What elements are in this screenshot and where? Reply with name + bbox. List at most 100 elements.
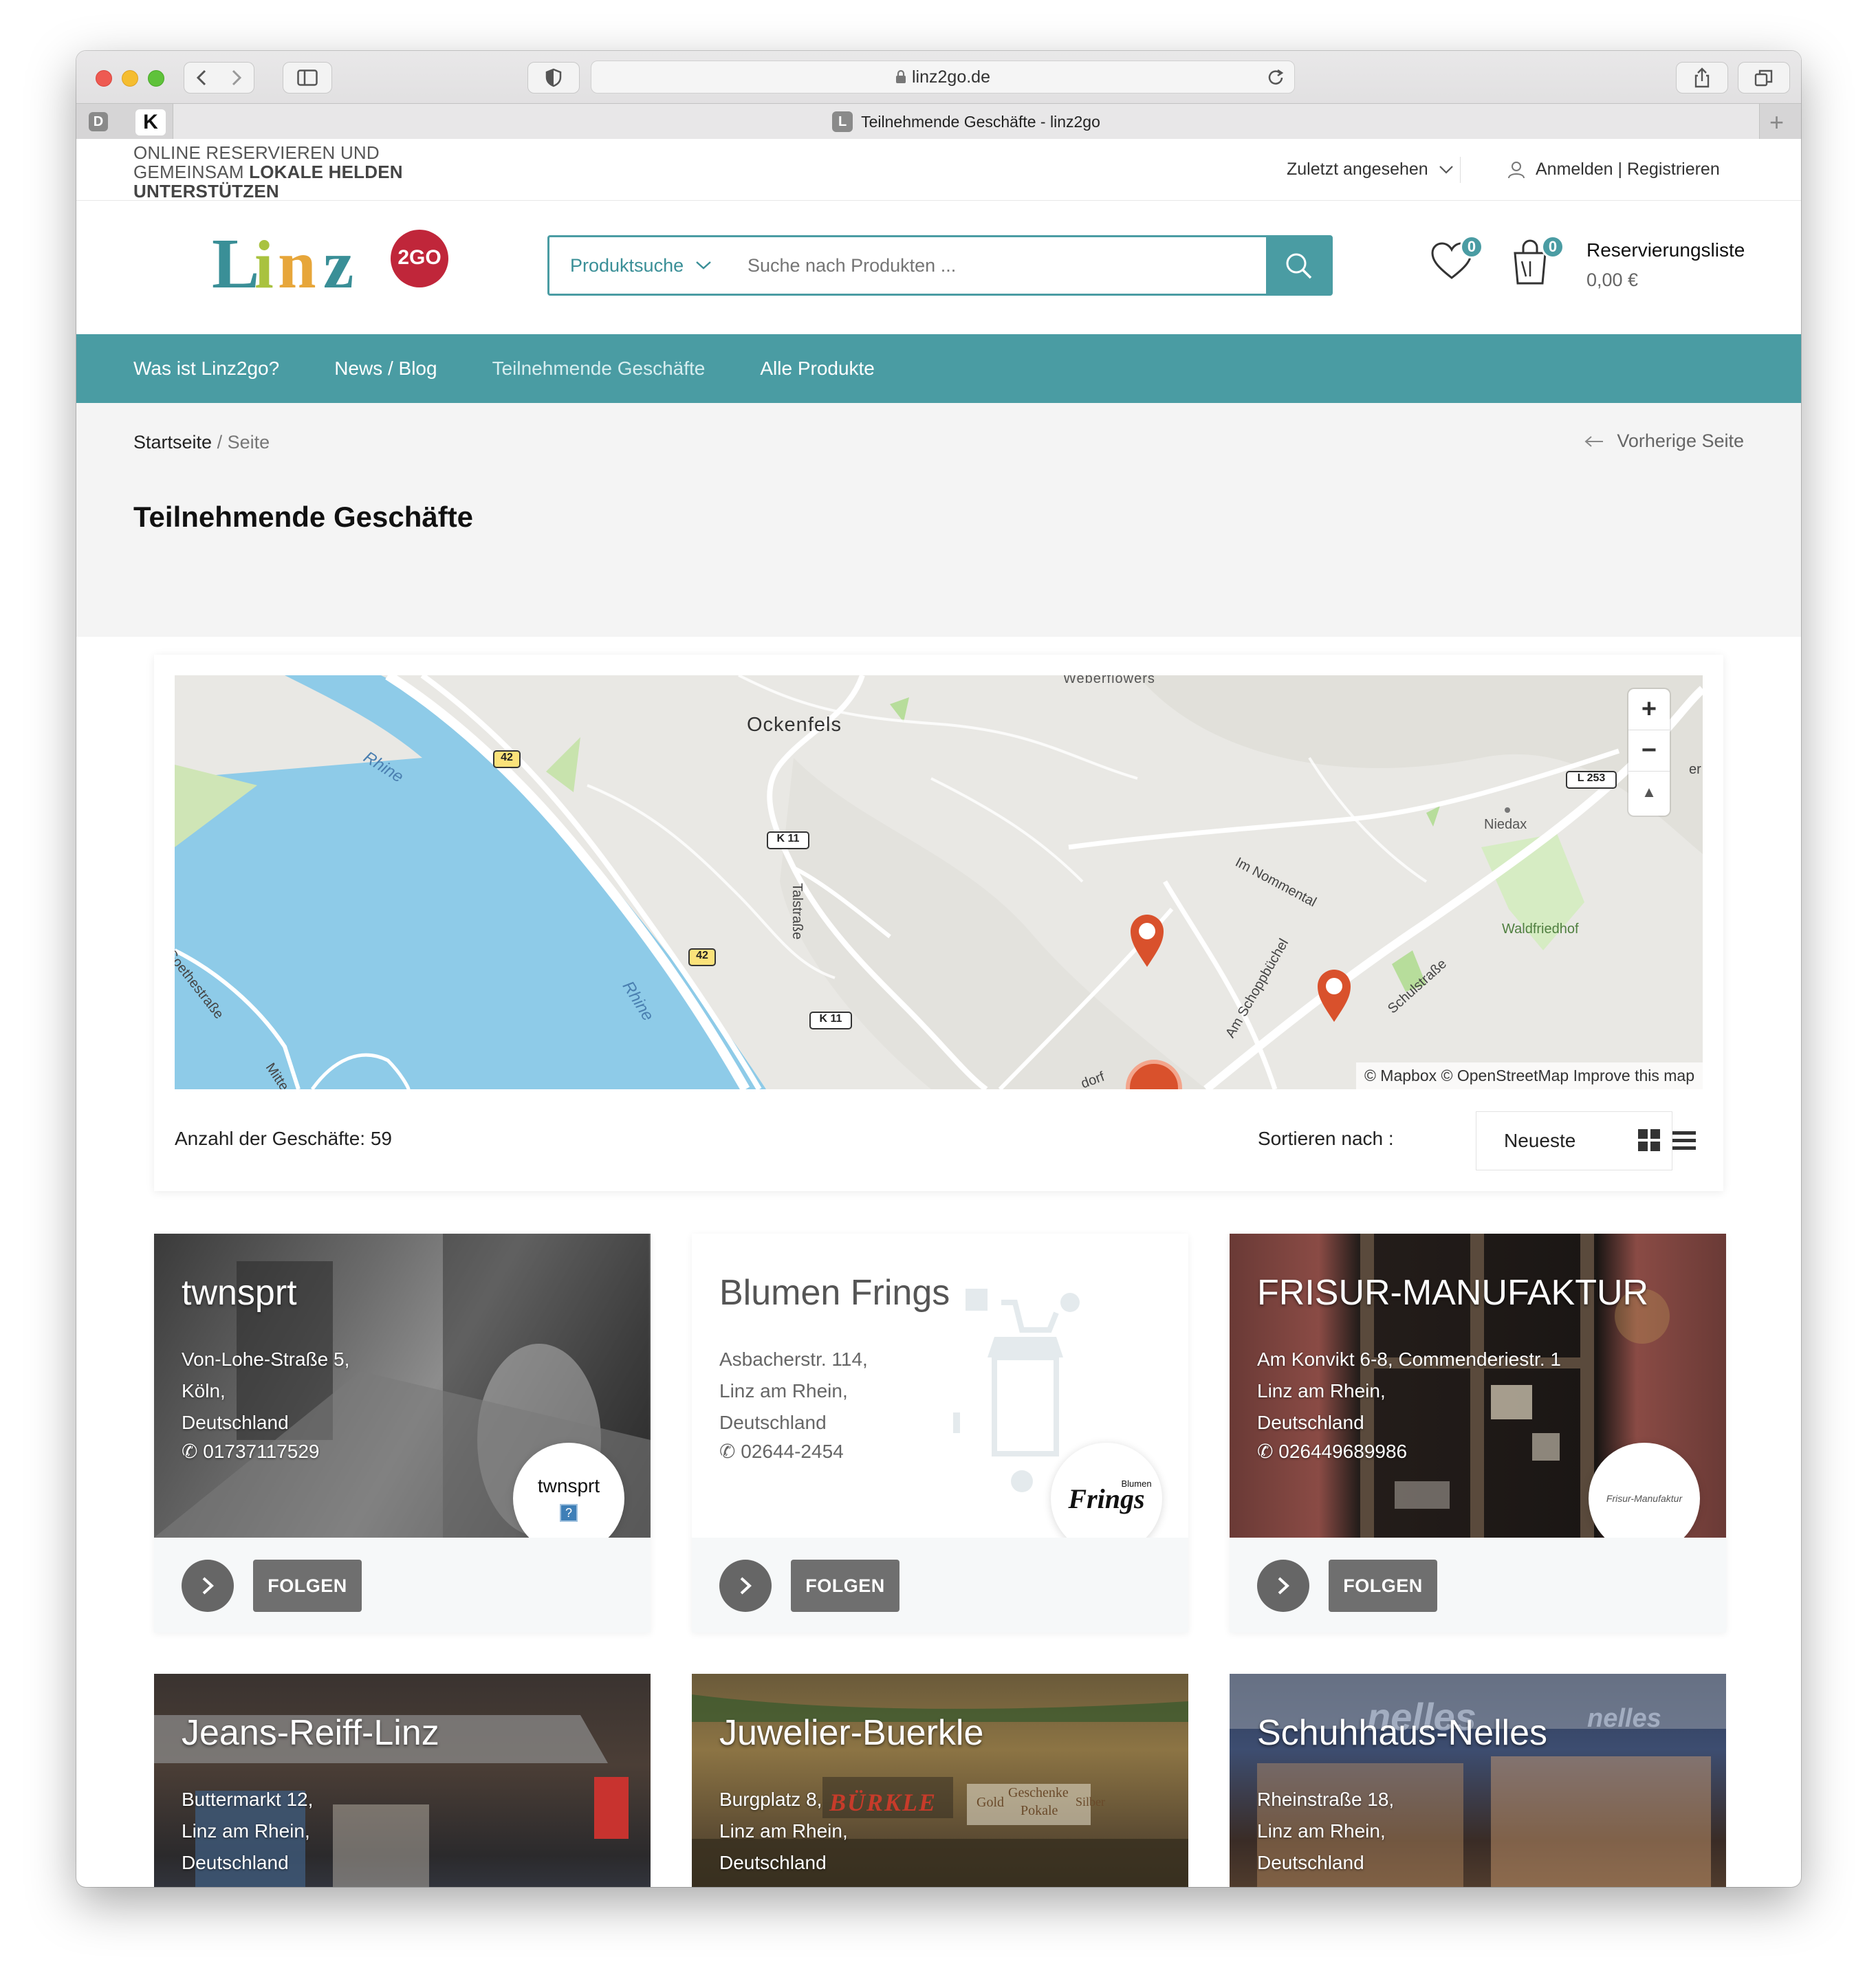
list-icon (1672, 1131, 1696, 1150)
store-banner: Blumen Frings Asbacherstr. 114, Linz am … (692, 1234, 1188, 1538)
store-name[interactable]: twnsprt (182, 1272, 297, 1313)
tagline-bold: LOKALE HELDEN (249, 162, 403, 182)
store-name[interactable]: Schuhhaus-Nelles (1257, 1712, 1547, 1754)
address-line-1: Asbacherstr. 114, (719, 1349, 868, 1370)
shop-sign-silber: Silber (1076, 1795, 1105, 1809)
back-button[interactable] (184, 62, 219, 94)
recently-viewed-dropdown[interactable]: Zuletzt angesehen (1287, 160, 1454, 179)
address-line-3: Deutschland (1257, 1852, 1364, 1873)
map-zoom-controls: + − ▲ (1628, 689, 1670, 816)
store-phone[interactable]: ✆ 02644-2454 (719, 1440, 844, 1463)
store-card-schuhhaus-nelles: nelles nelles Schuhhaus-Nelles Rheinstra… (1230, 1674, 1726, 1887)
breadcrumb: Startseite / Seite (133, 432, 270, 453)
sidebar-toggle-button[interactable] (283, 62, 332, 94)
store-address: Buttermarkt 12, Linz am Rhein, Deutschla… (182, 1784, 313, 1879)
cart-button[interactable]: 0 (1511, 235, 1566, 290)
store-phone[interactable]: ✆ 01737117529 (182, 1440, 319, 1463)
browser-toolbar: linz2go.de D K L Teilnehmende Geschäfte … (76, 51, 1801, 140)
new-tab-button[interactable]: + (1769, 108, 1784, 137)
store-logo-content: Blumen Frings (1068, 1478, 1151, 1515)
search-category-select[interactable]: Produktsuche (549, 237, 741, 294)
tagline: ONLINE RESERVIEREN UND GEMEINSAM LOKALE … (133, 143, 477, 201)
address-line-3: Deutschland (182, 1412, 289, 1433)
store-banner: BÜRKLE Geschenke Pokale Gold Silber Juwe… (692, 1674, 1188, 1887)
address-line-2: Linz am Rhein, (719, 1380, 848, 1401)
tab-bar: D K L Teilnehmende Geschäfte - linz2go + (76, 103, 1801, 140)
close-window-button[interactable] (96, 70, 112, 87)
nav-item-participating-shops[interactable]: Teilnehmende Geschäfte (492, 358, 706, 380)
recently-viewed-label: Zuletzt angesehen (1287, 160, 1428, 179)
road-badge-k11-a: K 11 (776, 833, 800, 844)
previous-page-link[interactable]: Vorherige Seite (1584, 430, 1744, 452)
nav-item-what-is-linz2go[interactable]: Was ist Linz2go? (133, 358, 279, 380)
zoom-out-button[interactable]: − (1628, 730, 1670, 772)
store-map[interactable]: Weberflowers Ockenfels Rhine Rhine Nieda… (175, 675, 1703, 1089)
pinned-tab-k[interactable]: K (135, 109, 166, 135)
tagline-line-2: GEMEINSAM LOKALE HELDEN (133, 162, 477, 182)
breadcrumb-current: Seite (227, 432, 270, 452)
store-name[interactable]: FRISUR-MANUFAKTUR (1257, 1272, 1648, 1313)
tab-active[interactable]: L Teilnehmende Geschäfte - linz2go (173, 104, 1760, 140)
breadcrumb-home[interactable]: Startseite (133, 432, 212, 452)
forward-button[interactable] (219, 62, 254, 94)
top-info-bar: ONLINE RESERVIEREN UND GEMEINSAM LOKALE … (76, 139, 1801, 201)
maximize-window-button[interactable] (148, 70, 164, 87)
breadcrumb-area: Startseite / Seite Vorherige Seite Teiln… (76, 403, 1801, 637)
follow-button[interactable]: FOLGEN (253, 1560, 362, 1612)
tabs-overview-button[interactable] (1738, 62, 1790, 94)
privacy-shield-button[interactable] (527, 62, 580, 94)
store-name[interactable]: Blumen Frings (719, 1272, 950, 1313)
store-details-button[interactable] (182, 1560, 234, 1612)
cart-label[interactable]: Reservierungsliste (1586, 239, 1745, 261)
phone-icon: ✆ (719, 1441, 741, 1462)
pinned-tab-d[interactable]: D (89, 112, 108, 131)
store-phone[interactable]: ✆ 026449689986 (1257, 1440, 1407, 1463)
grid-view-button[interactable] (1638, 1129, 1660, 1155)
store-details-button[interactable] (1257, 1560, 1309, 1612)
address-line-2: Linz am Rhein, (1257, 1380, 1386, 1401)
reload-icon[interactable] (1267, 68, 1285, 86)
arrow-left-icon (1584, 435, 1604, 447)
address-line-1: Burgplatz 8, (719, 1789, 822, 1810)
zoom-in-button[interactable]: + (1628, 689, 1670, 730)
address-bar[interactable]: linz2go.de (591, 61, 1295, 94)
road-badge-l253: L 253 (1577, 772, 1606, 784)
broken-image-icon: ? (560, 1504, 578, 1522)
share-button[interactable] (1676, 62, 1728, 94)
main-navigation: Was ist Linz2go? News / Blog Teilnehmend… (76, 334, 1801, 403)
tab-favicon: L (832, 111, 853, 132)
cart-count-badge: 0 (1541, 235, 1564, 259)
address-line-1: Buttermarkt 12, (182, 1789, 314, 1810)
address-line-1: Von-Lohe-Straße 5, (182, 1349, 350, 1370)
road-badge-42-a: 42 (501, 752, 513, 763)
nav-item-all-products[interactable]: Alle Produkte (760, 358, 875, 380)
chevron-left-icon (196, 69, 206, 86)
login-link[interactable]: Anmelden | Registrieren (1507, 160, 1720, 179)
site-logo[interactable]: L i n z 2GO (212, 224, 459, 303)
store-banner: FRISUR-MANUFAKTUR Am Konvikt 6-8, Commen… (1230, 1234, 1726, 1538)
address-line-2: Linz am Rhein, (182, 1820, 310, 1842)
search-button[interactable] (1266, 237, 1331, 294)
store-logo-text: Frisur-Manufaktur (1606, 1493, 1683, 1504)
divider (1460, 157, 1461, 183)
store-name[interactable]: Jeans-Reiff-Linz (182, 1712, 439, 1754)
phone-number: 02644-2454 (741, 1441, 844, 1462)
wishlist-button[interactable]: 0 (1430, 235, 1485, 289)
store-logo-small: Blumen (1121, 1478, 1152, 1489)
logo-badge: 2GO (397, 246, 441, 269)
minimize-window-button[interactable] (122, 70, 138, 87)
list-view-button[interactable] (1672, 1131, 1696, 1155)
follow-button[interactable]: FOLGEN (791, 1560, 899, 1612)
address-line-3: Deutschland (719, 1852, 827, 1873)
compass-button[interactable]: ▲ (1628, 772, 1670, 813)
lock-icon (896, 70, 906, 83)
nav-item-news-blog[interactable]: News / Blog (334, 358, 437, 380)
store-address: Am Konvikt 6-8, Commenderiestr. 1 Linz a… (1257, 1344, 1561, 1439)
cart-total: 0,00 € (1586, 270, 1639, 290)
search-input[interactable] (741, 237, 1266, 294)
follow-button[interactable]: FOLGEN (1329, 1560, 1437, 1612)
road-badge-42-b: 42 (696, 950, 708, 961)
map-attribution[interactable]: © Mapbox © OpenStreetMap Improve this ma… (1355, 1062, 1703, 1089)
store-name[interactable]: Juwelier-Buerkle (719, 1712, 983, 1754)
store-details-button[interactable] (719, 1560, 772, 1612)
